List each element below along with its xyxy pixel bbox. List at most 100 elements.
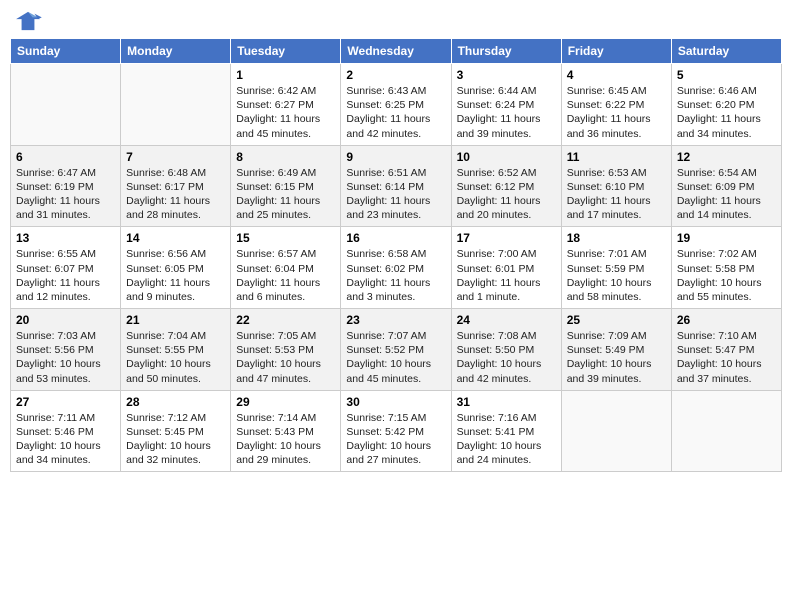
day-number: 27 (16, 395, 115, 409)
calendar-cell: 13 Sunrise: 6:55 AMSunset: 6:07 PMDayligh… (11, 227, 121, 309)
day-number: 13 (16, 231, 115, 245)
day-number: 30 (346, 395, 445, 409)
calendar-table: SundayMondayTuesdayWednesdayThursdayFrid… (10, 38, 782, 472)
day-info: Sunrise: 6:47 AMSunset: 6:19 PMDaylight:… (16, 166, 115, 223)
calendar-cell: 29 Sunrise: 7:14 AMSunset: 5:43 PMDayligh… (231, 390, 341, 472)
weekday-header-sunday: Sunday (11, 39, 121, 64)
day-number: 15 (236, 231, 335, 245)
day-number: 16 (346, 231, 445, 245)
calendar-cell: 17Sunrise: 7:00 AMSunset: 6:01 PMDayligh… (451, 227, 561, 309)
day-number: 14 (126, 231, 225, 245)
calendar-cell: 20 Sunrise: 7:03 AMSunset: 5:56 PMDayligh… (11, 309, 121, 391)
day-number: 7 (126, 150, 225, 164)
day-info: Sunrise: 7:01 AMSunset: 5:59 PMDaylight:… (567, 247, 666, 304)
calendar-cell (561, 390, 671, 472)
calendar-week-3: 13 Sunrise: 6:55 AMSunset: 6:07 PMDayligh… (11, 227, 782, 309)
day-number: 20 (16, 313, 115, 327)
day-info: Sunrise: 6:49 AMSunset: 6:15 PMDaylight:… (236, 166, 335, 223)
calendar-cell: 6 Sunrise: 6:47 AMSunset: 6:19 PMDaylight… (11, 145, 121, 227)
day-number: 22 (236, 313, 335, 327)
calendar-cell: 21 Sunrise: 7:04 AMSunset: 5:55 PMDayligh… (121, 309, 231, 391)
day-info: Sunrise: 7:16 AMSunset: 5:41 PMDaylight:… (457, 411, 556, 468)
calendar-cell: 14 Sunrise: 6:56 AMSunset: 6:05 PMDayligh… (121, 227, 231, 309)
weekday-header-monday: Monday (121, 39, 231, 64)
calendar-cell (11, 64, 121, 146)
calendar-cell: 10 Sunrise: 6:52 AMSunset: 6:12 PMDayligh… (451, 145, 561, 227)
day-number: 19 (677, 231, 776, 245)
weekday-header-tuesday: Tuesday (231, 39, 341, 64)
day-number: 25 (567, 313, 666, 327)
day-info: Sunrise: 6:44 AMSunset: 6:24 PMDaylight:… (457, 84, 556, 141)
day-number: 4 (567, 68, 666, 82)
day-info: Sunrise: 6:56 AMSunset: 6:05 PMDaylight:… (126, 247, 225, 304)
calendar-cell: 23Sunrise: 7:07 AMSunset: 5:52 PMDayligh… (341, 309, 451, 391)
calendar-cell: 15 Sunrise: 6:57 AMSunset: 6:04 PMDayligh… (231, 227, 341, 309)
day-info: Sunrise: 6:45 AMSunset: 6:22 PMDaylight:… (567, 84, 666, 141)
day-number: 9 (346, 150, 445, 164)
day-number: 12 (677, 150, 776, 164)
day-number: 3 (457, 68, 556, 82)
day-info: Sunrise: 7:11 AMSunset: 5:46 PMDaylight:… (16, 411, 115, 468)
day-info: Sunrise: 6:55 AMSunset: 6:07 PMDaylight:… (16, 247, 115, 304)
day-number: 28 (126, 395, 225, 409)
logo (14, 10, 44, 32)
day-info: Sunrise: 7:15 AMSunset: 5:42 PMDaylight:… (346, 411, 445, 468)
calendar-cell (671, 390, 781, 472)
calendar-week-2: 6 Sunrise: 6:47 AMSunset: 6:19 PMDaylight… (11, 145, 782, 227)
calendar-cell: 5Sunrise: 6:46 AMSunset: 6:20 PMDaylight… (671, 64, 781, 146)
day-info: Sunrise: 7:10 AMSunset: 5:47 PMDaylight:… (677, 329, 776, 386)
day-info: Sunrise: 7:02 AMSunset: 5:58 PMDaylight:… (677, 247, 776, 304)
day-info: Sunrise: 6:52 AMSunset: 6:12 PMDaylight:… (457, 166, 556, 223)
day-info: Sunrise: 6:58 AMSunset: 6:02 PMDaylight:… (346, 247, 445, 304)
calendar-cell: 26 Sunrise: 7:10 AMSunset: 5:47 PMDayligh… (671, 309, 781, 391)
day-number: 18 (567, 231, 666, 245)
calendar-cell: 25Sunrise: 7:09 AMSunset: 5:49 PMDayligh… (561, 309, 671, 391)
calendar-cell (121, 64, 231, 146)
day-info: Sunrise: 7:14 AMSunset: 5:43 PMDaylight:… (236, 411, 335, 468)
calendar-cell: 27 Sunrise: 7:11 AMSunset: 5:46 PMDayligh… (11, 390, 121, 472)
weekday-header-thursday: Thursday (451, 39, 561, 64)
calendar-cell: 3 Sunrise: 6:44 AMSunset: 6:24 PMDaylight… (451, 64, 561, 146)
day-info: Sunrise: 6:51 AMSunset: 6:14 PMDaylight:… (346, 166, 445, 223)
calendar-week-5: 27 Sunrise: 7:11 AMSunset: 5:46 PMDayligh… (11, 390, 782, 472)
calendar-cell: 4 Sunrise: 6:45 AMSunset: 6:22 PMDaylight… (561, 64, 671, 146)
calendar-cell: 18 Sunrise: 7:01 AMSunset: 5:59 PMDayligh… (561, 227, 671, 309)
day-info: Sunrise: 7:08 AMSunset: 5:50 PMDaylight:… (457, 329, 556, 386)
day-number: 29 (236, 395, 335, 409)
day-info: Sunrise: 7:12 AMSunset: 5:45 PMDaylight:… (126, 411, 225, 468)
calendar-cell: 30 Sunrise: 7:15 AMSunset: 5:42 PMDayligh… (341, 390, 451, 472)
day-number: 11 (567, 150, 666, 164)
weekday-header-wednesday: Wednesday (341, 39, 451, 64)
calendar-cell: 1 Sunrise: 6:42 AMSunset: 6:27 PMDaylight… (231, 64, 341, 146)
day-number: 8 (236, 150, 335, 164)
day-number: 24 (457, 313, 556, 327)
day-number: 10 (457, 150, 556, 164)
day-info: Sunrise: 6:43 AMSunset: 6:25 PMDaylight:… (346, 84, 445, 141)
calendar-cell: 11Sunrise: 6:53 AMSunset: 6:10 PMDayligh… (561, 145, 671, 227)
day-number: 1 (236, 68, 335, 82)
logo-icon (14, 10, 42, 32)
day-info: Sunrise: 7:04 AMSunset: 5:55 PMDaylight:… (126, 329, 225, 386)
calendar-week-4: 20 Sunrise: 7:03 AMSunset: 5:56 PMDayligh… (11, 309, 782, 391)
day-info: Sunrise: 6:48 AMSunset: 6:17 PMDaylight:… (126, 166, 225, 223)
calendar-cell: 2Sunrise: 6:43 AMSunset: 6:25 PMDaylight… (341, 64, 451, 146)
day-number: 17 (457, 231, 556, 245)
weekday-header-saturday: Saturday (671, 39, 781, 64)
day-info: Sunrise: 7:05 AMSunset: 5:53 PMDaylight:… (236, 329, 335, 386)
calendar-cell: 8 Sunrise: 6:49 AMSunset: 6:15 PMDaylight… (231, 145, 341, 227)
calendar-cell: 12Sunrise: 6:54 AMSunset: 6:09 PMDayligh… (671, 145, 781, 227)
day-info: Sunrise: 6:46 AMSunset: 6:20 PMDaylight:… (677, 84, 776, 141)
calendar-cell: 7 Sunrise: 6:48 AMSunset: 6:17 PMDaylight… (121, 145, 231, 227)
day-info: Sunrise: 7:03 AMSunset: 5:56 PMDaylight:… (16, 329, 115, 386)
day-number: 23 (346, 313, 445, 327)
day-info: Sunrise: 6:57 AMSunset: 6:04 PMDaylight:… (236, 247, 335, 304)
day-number: 26 (677, 313, 776, 327)
calendar-cell: 16 Sunrise: 6:58 AMSunset: 6:02 PMDayligh… (341, 227, 451, 309)
day-number: 21 (126, 313, 225, 327)
calendar-cell: 19 Sunrise: 7:02 AMSunset: 5:58 PMDayligh… (671, 227, 781, 309)
calendar-cell: 28 Sunrise: 7:12 AMSunset: 5:45 PMDayligh… (121, 390, 231, 472)
page-header (10, 10, 782, 32)
day-number: 6 (16, 150, 115, 164)
day-info: Sunrise: 6:42 AMSunset: 6:27 PMDaylight:… (236, 84, 335, 141)
calendar-cell: 31Sunrise: 7:16 AMSunset: 5:41 PMDayligh… (451, 390, 561, 472)
